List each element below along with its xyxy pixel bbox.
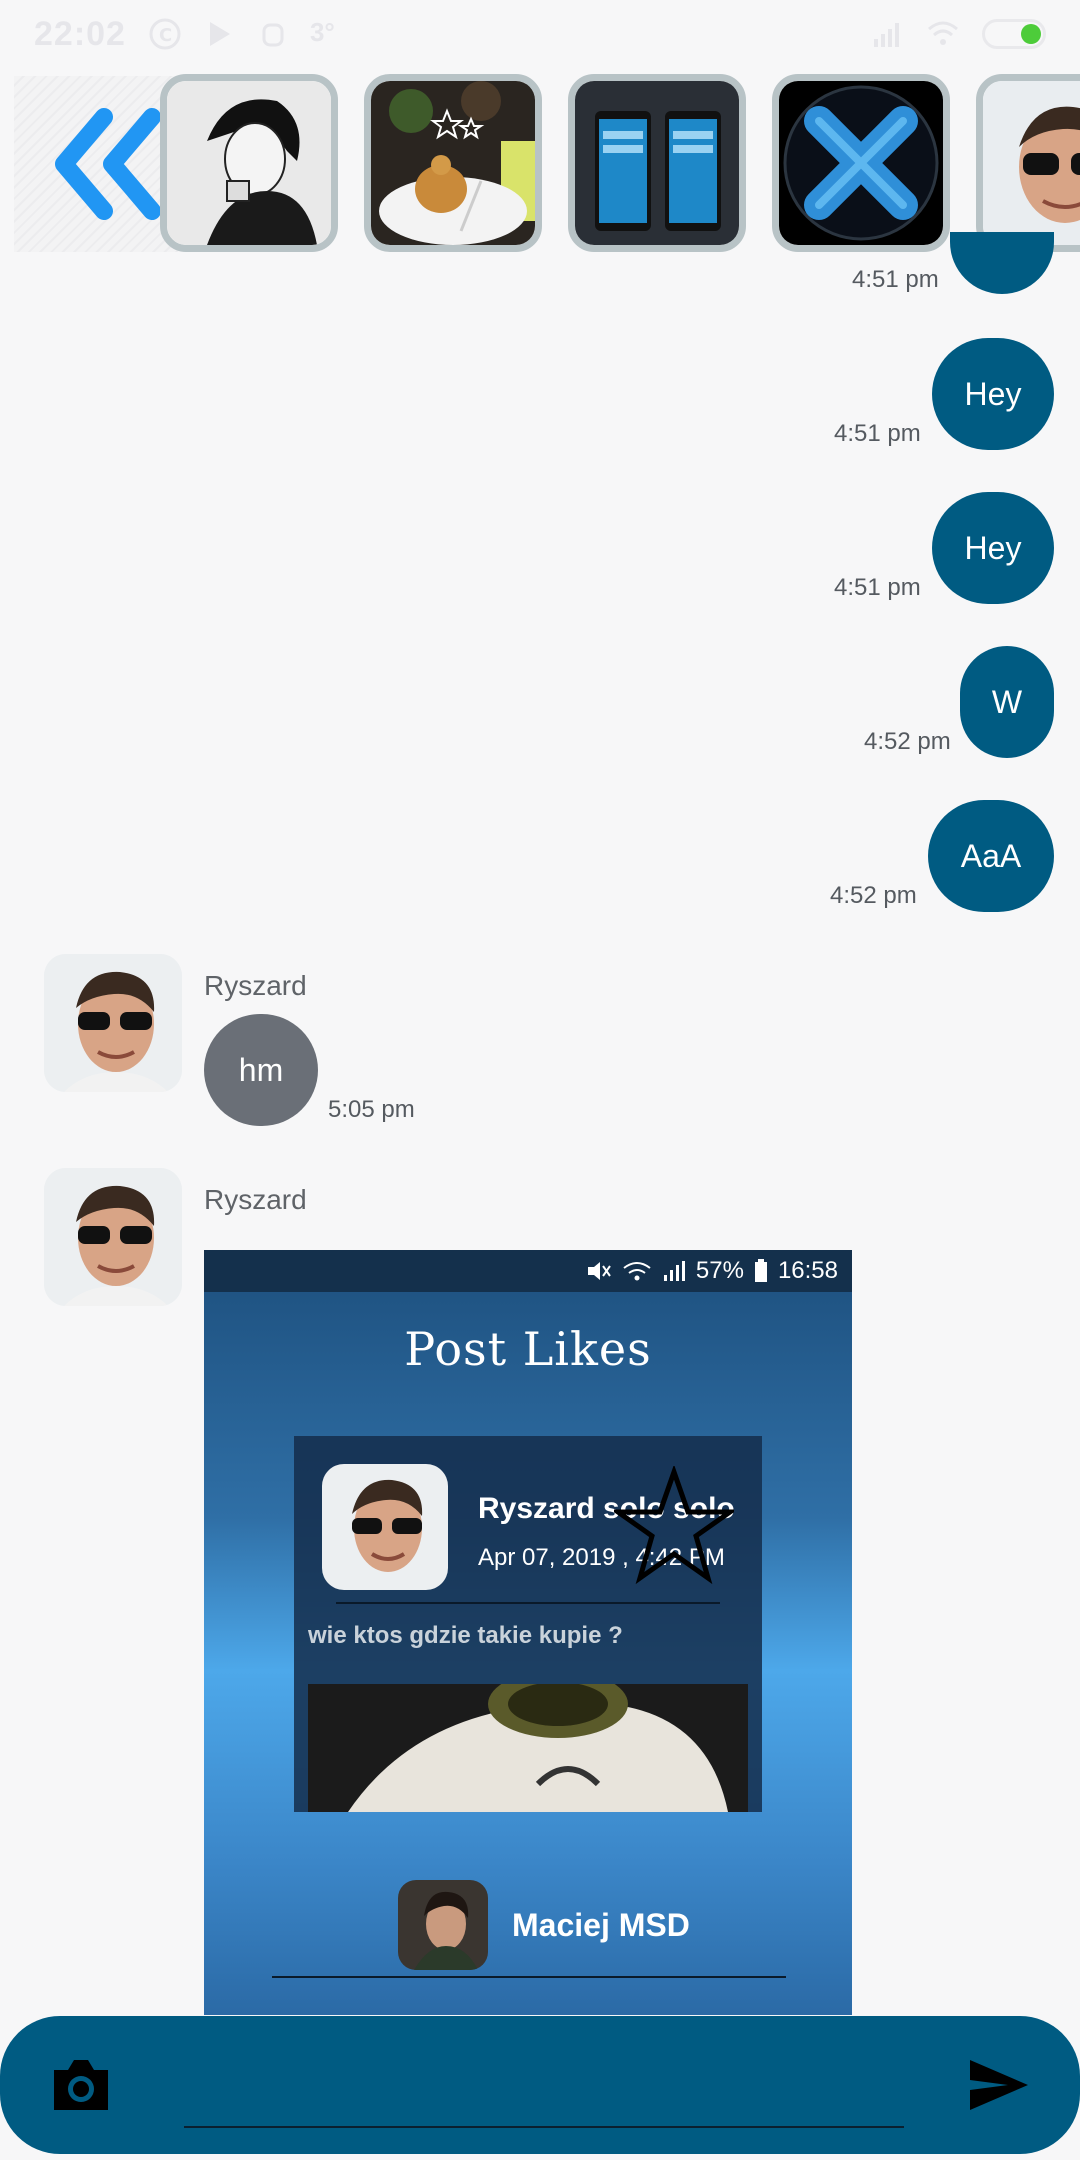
liker-divider xyxy=(272,1976,786,1978)
outgoing-text: W xyxy=(991,683,1023,720)
inner-battery-text: 57% xyxy=(695,1257,744,1284)
sender-avatar[interactable] xyxy=(44,954,182,1092)
camera-icon[interactable] xyxy=(50,2056,112,2114)
svg-text:C: C xyxy=(159,25,172,46)
star-icon xyxy=(614,1466,734,1585)
post-author-image xyxy=(322,1464,448,1590)
status-right-icons xyxy=(870,17,1046,51)
wifi-icon xyxy=(928,21,958,45)
post-photo-image xyxy=(308,1684,748,1812)
temperature-text: 3° xyxy=(309,17,335,47)
blue-x-thumbnail[interactable] xyxy=(772,74,950,252)
ryszard-avatar-image xyxy=(44,954,182,1092)
outgoing-bubble[interactable] xyxy=(950,232,1054,294)
message-input-bar xyxy=(0,2016,1080,2154)
ryszard-thumb-image xyxy=(983,81,1080,245)
ryszard-thumbnail[interactable] xyxy=(976,74,1080,252)
inner-time-text: 16:58 xyxy=(777,1257,838,1284)
notification-icon: C xyxy=(149,18,181,50)
image-message[interactable]: 57% 16:58 Post Likes Ryszard solo solo A… xyxy=(204,1250,852,2015)
post-card: Ryszard solo solo Apr 07, 2019 , 4:42 PM… xyxy=(294,1436,762,1812)
message-time: 4:51 pm xyxy=(834,420,921,447)
manga-boy-thumbnail[interactable] xyxy=(160,74,338,252)
blue-x-image xyxy=(779,81,943,245)
dessert-thumbnail[interactable] xyxy=(364,74,542,252)
status-bar: 22:02 C 3° xyxy=(0,0,1080,68)
post-author-avatar xyxy=(322,1464,448,1590)
post-likes-title: Post Likes xyxy=(404,1322,652,1376)
incoming-text: hm xyxy=(238,1051,284,1088)
outgoing-bubble[interactable]: AaA xyxy=(928,800,1054,912)
battery-icon xyxy=(754,1259,767,1282)
outgoing-bubble[interactable]: Hey xyxy=(932,492,1054,604)
outgoing-bubble[interactable]: Hey xyxy=(932,338,1054,450)
message-time: 4:52 pm xyxy=(864,728,951,755)
liker-row[interactable]: Maciej MSD xyxy=(398,1880,690,1970)
message-time: 4:51 pm xyxy=(834,574,921,601)
post-divider xyxy=(336,1602,720,1604)
post-text: wie ktos gdzie takie kupie ? xyxy=(308,1622,623,1649)
incoming-bubble[interactable]: hm xyxy=(204,1014,318,1126)
inner-status-bar: 57% 16:58 xyxy=(204,1250,852,1292)
liker-name: Maciej MSD xyxy=(512,1906,690,1943)
signal-icon xyxy=(874,23,899,47)
signal-icon xyxy=(663,1261,685,1281)
outgoing-text: Hey xyxy=(964,375,1022,412)
outgoing-bubble[interactable]: W xyxy=(960,646,1054,758)
send-icon[interactable] xyxy=(968,2056,1030,2114)
wifi-icon xyxy=(623,1262,651,1281)
play-store-icon xyxy=(209,22,230,46)
status-time: 22:02 xyxy=(34,14,126,53)
hand-icon xyxy=(262,23,284,47)
battery-icon xyxy=(982,19,1046,49)
double-chevron-left-icon xyxy=(55,108,161,220)
outgoing-text: AaA xyxy=(960,837,1022,874)
post-photo xyxy=(308,1684,748,1812)
ryszard-avatar-image xyxy=(44,1168,182,1306)
message-input[interactable] xyxy=(184,2056,904,2128)
phones-thumbnail[interactable] xyxy=(568,74,746,252)
liker-avatar xyxy=(398,1880,488,1970)
message-time: 5:05 pm xyxy=(328,1096,415,1123)
message-time: 4:52 pm xyxy=(830,882,917,909)
sender-avatar[interactable] xyxy=(44,1168,182,1306)
mute-icon xyxy=(587,1262,611,1280)
sender-name: Ryszard xyxy=(204,1184,307,1215)
message-time: 4:51 pm xyxy=(852,266,939,293)
thumbnail-strip[interactable] xyxy=(0,70,1080,258)
sender-name: Ryszard xyxy=(204,970,307,1001)
status-left-icons: C 3° xyxy=(148,17,335,51)
liker-avatar-image xyxy=(398,1880,488,1970)
dessert-image xyxy=(371,81,535,245)
outgoing-text: Hey xyxy=(964,529,1022,566)
manga-boy-image xyxy=(167,81,331,245)
phones-image xyxy=(575,81,739,245)
